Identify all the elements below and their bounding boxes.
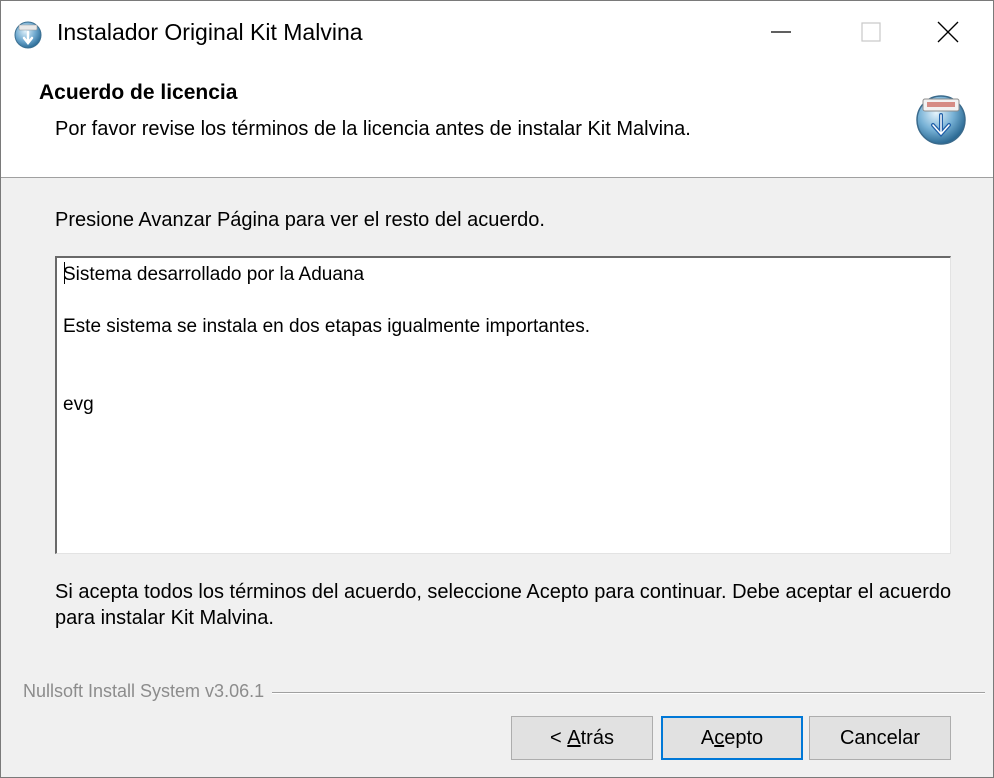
page-subtitle: Por favor revise los términos de la lice… bbox=[55, 118, 691, 140]
license-line: evg bbox=[63, 394, 94, 415]
installer-globe-icon bbox=[14, 21, 42, 49]
back-button-mnemonic: A bbox=[567, 726, 581, 749]
installer-window: Instalador Original Kit Malvina Acuerdo … bbox=[0, 0, 994, 778]
branding-text: Nullsoft Install System v3.06.1 bbox=[23, 681, 273, 702]
accept-button-prefix: A bbox=[700, 726, 715, 749]
maximize-icon bbox=[861, 22, 881, 42]
back-button-prefix: < bbox=[550, 726, 568, 749]
license-line: Este sistema se instala en dos etapas ig… bbox=[63, 316, 591, 337]
page-title: Acuerdo de licencia bbox=[39, 81, 238, 104]
accept-button-rest: epto bbox=[724, 726, 764, 749]
minimize-button[interactable] bbox=[736, 1, 826, 63]
cancel-button[interactable]: Cancelar bbox=[809, 716, 951, 760]
page-header: Acuerdo de licencia Por favor revise los… bbox=[1, 63, 993, 178]
minimize-icon bbox=[771, 31, 791, 33]
license-textarea[interactable]: Sistema desarrollado por la Aduana Este … bbox=[55, 256, 951, 554]
license-line: Sistema desarrollado por la Aduana bbox=[63, 264, 365, 285]
close-button[interactable] bbox=[903, 1, 993, 63]
window-title: Instalador Original Kit Malvina bbox=[57, 19, 363, 45]
close-icon bbox=[937, 21, 959, 43]
scroll-instruction: Presione Avanzar Página para ver el rest… bbox=[55, 209, 545, 231]
branding-row: Nullsoft Install System v3.06.1 bbox=[23, 681, 987, 705]
accept-instructions: Si acepta todos los términos del acuerdo… bbox=[55, 581, 952, 629]
nsis-installer-icon bbox=[916, 95, 966, 145]
accept-button[interactable]: Ac epto bbox=[661, 716, 803, 760]
title-bar[interactable]: Instalador Original Kit Malvina bbox=[1, 1, 993, 63]
back-button[interactable]: < Atrás bbox=[511, 716, 653, 760]
back-button-rest: trás bbox=[580, 726, 614, 749]
accept-button-mnemonic: c bbox=[714, 726, 725, 749]
